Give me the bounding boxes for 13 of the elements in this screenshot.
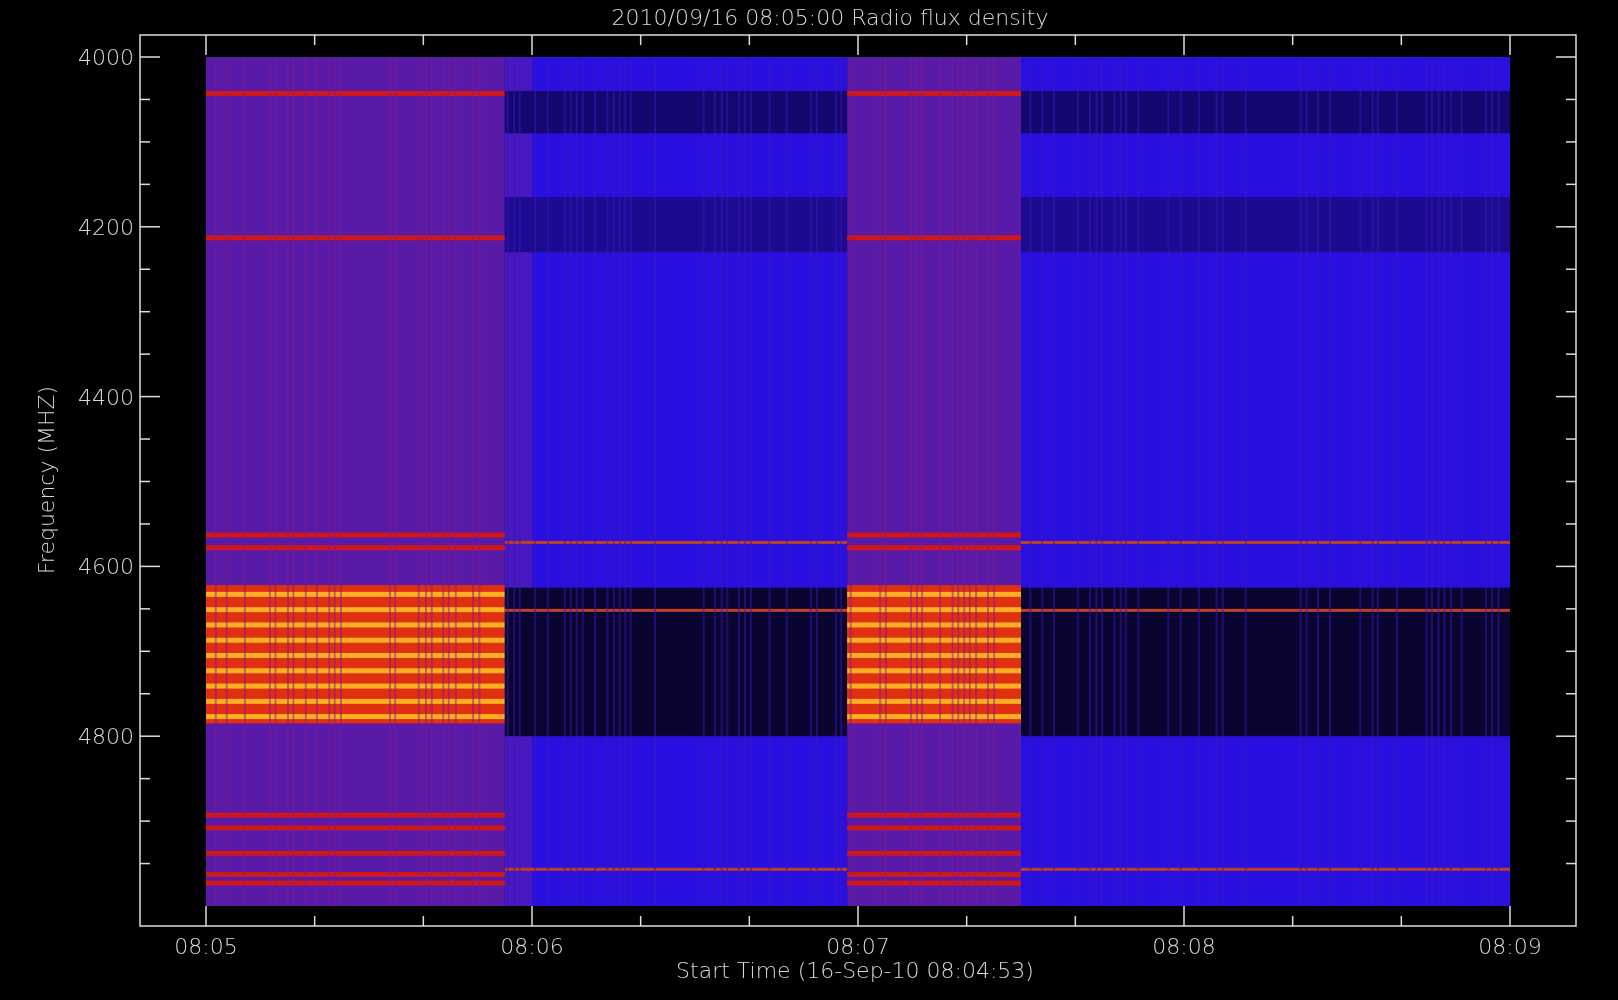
tick-label: 4200: [78, 214, 134, 240]
tick-label: 4600: [78, 554, 134, 580]
x-axis-label: Start Time (16-Sep-10 08:04:53): [676, 958, 1034, 983]
tick-label: 08:09: [1478, 934, 1542, 959]
y-axis-label: Frequency (MHZ): [34, 385, 59, 575]
tick-label: 08:06: [500, 934, 564, 959]
tick-label: 4400: [78, 384, 134, 410]
tick-label: 4800: [78, 724, 134, 750]
tick-label: 08:07: [826, 934, 890, 959]
plot-title: 2010/09/16 08:05:00 Radio flux density: [611, 5, 1049, 30]
tick-label: 4000: [78, 45, 134, 70]
tick-label: 08:05: [174, 934, 238, 959]
tick-label: 08:08: [1152, 934, 1216, 959]
